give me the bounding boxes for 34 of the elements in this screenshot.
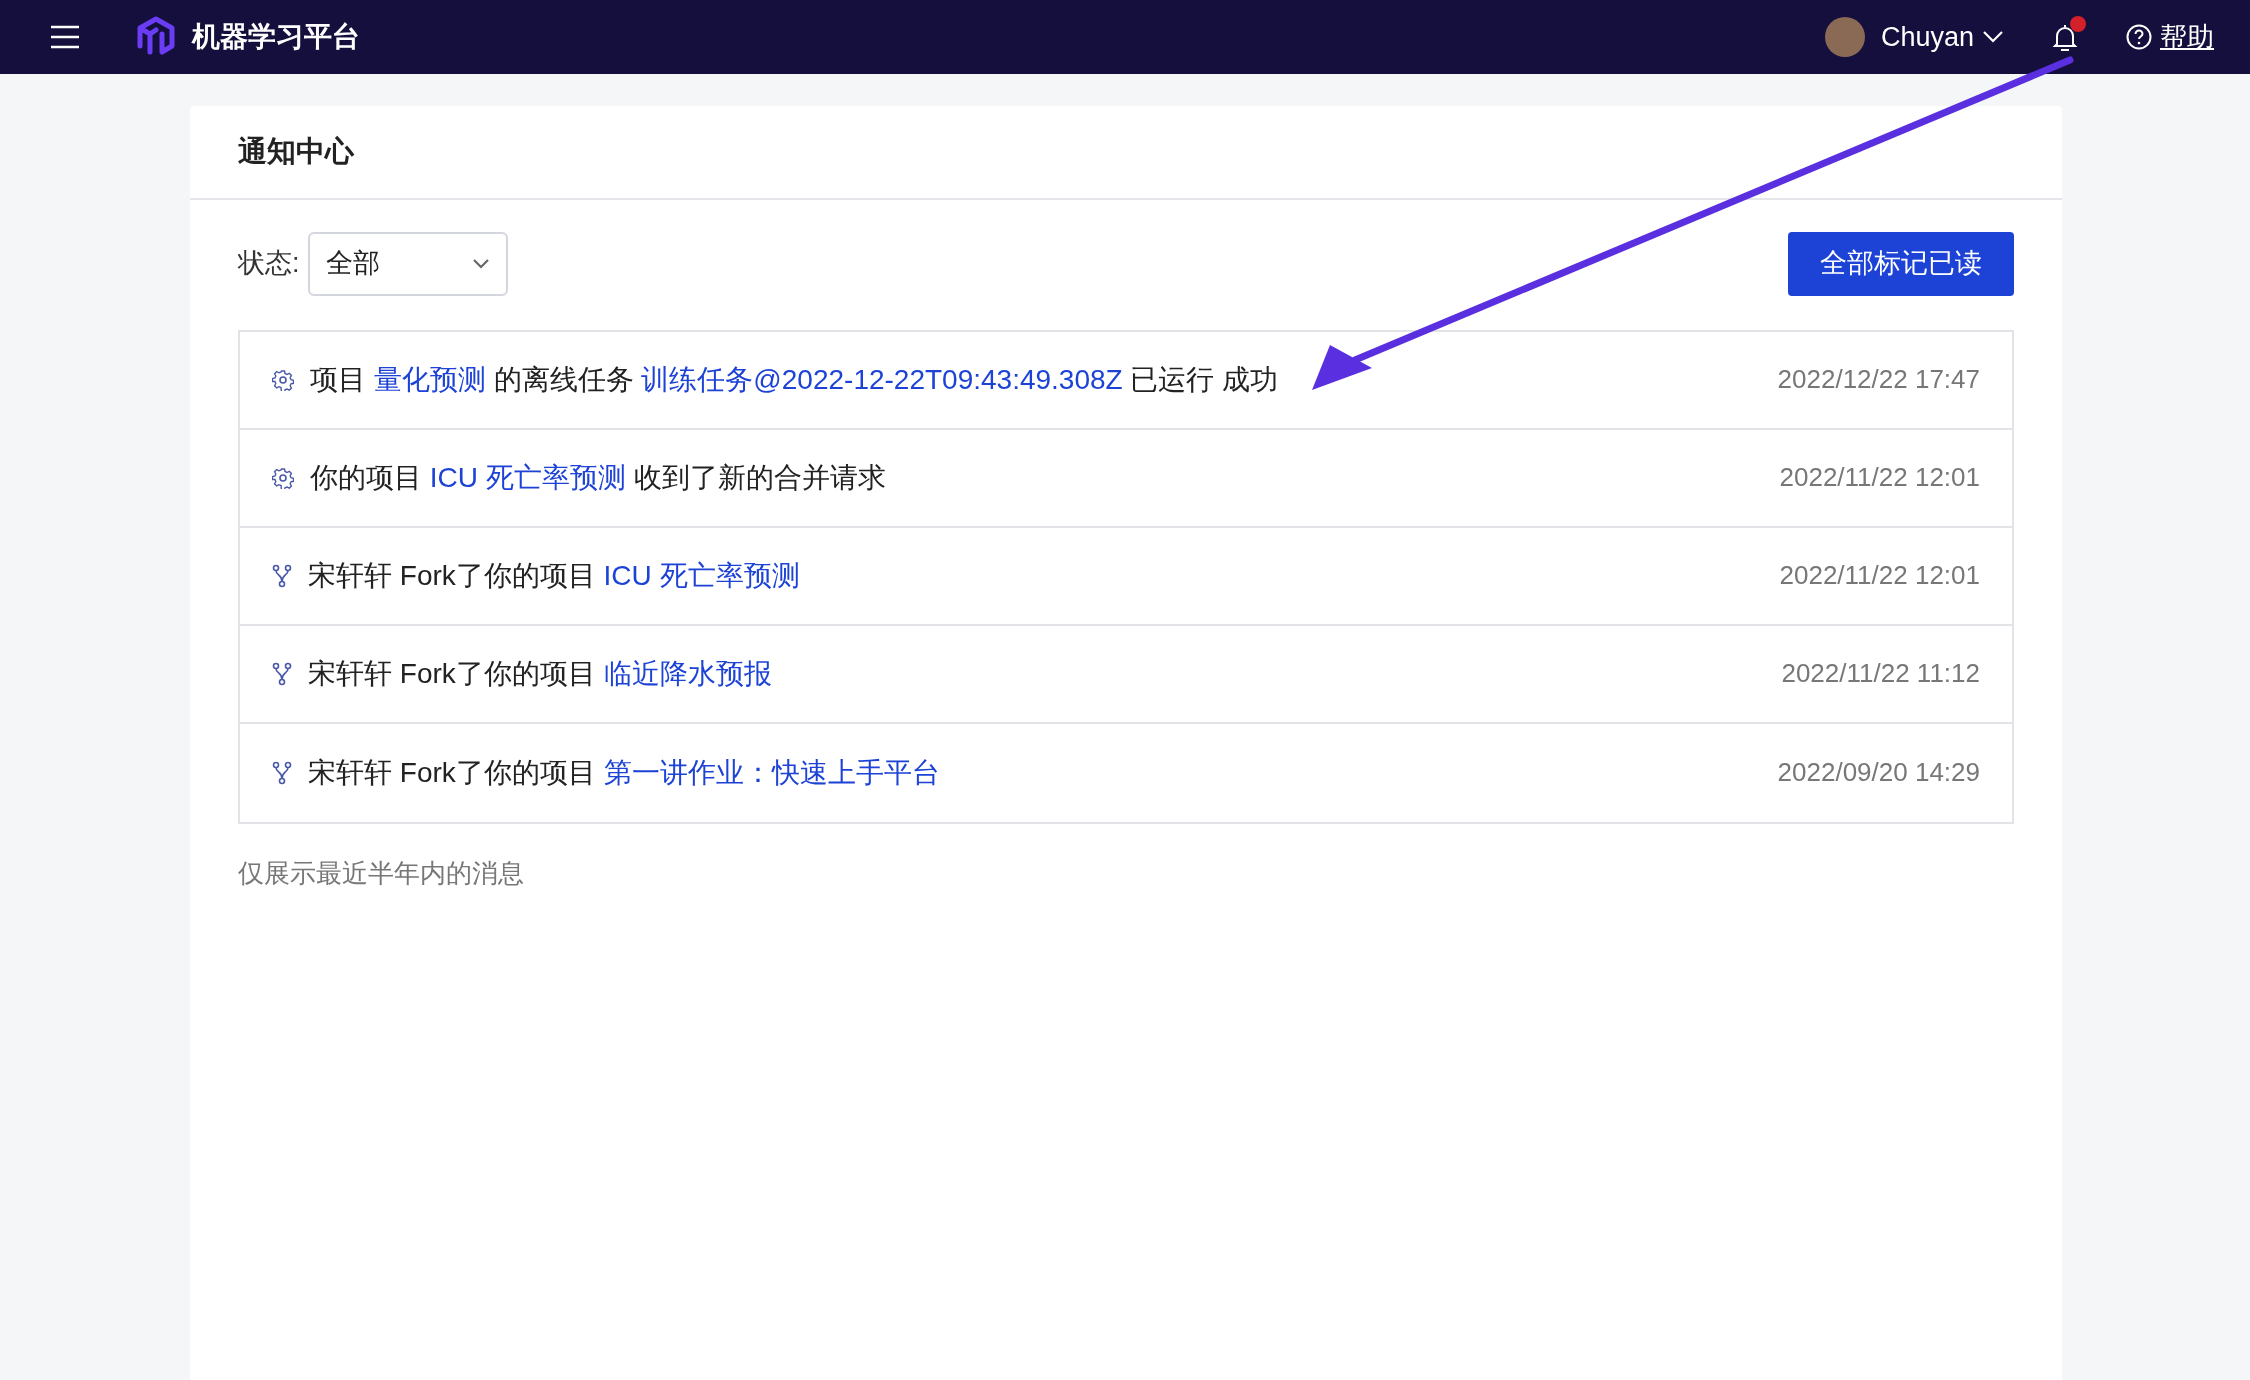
- notification-time: 2022/11/22 11:12: [1781, 657, 1980, 690]
- notification-text: 宋轩轩 Fork了你的项目 临近降水预报: [308, 656, 773, 691]
- bell-icon[interactable]: [2052, 22, 2078, 52]
- help-icon[interactable]: [2126, 24, 2152, 50]
- notification-text: 宋轩轩 Fork了你的项目 ICU 死亡率预测: [308, 558, 801, 593]
- fork-icon: [272, 563, 292, 588]
- project-link[interactable]: 训练任务@2022-12-22T09:43:49.308Z: [641, 363, 1123, 395]
- fork-icon: [272, 760, 292, 785]
- app-title: 机器学习平台: [192, 20, 360, 54]
- status-select[interactable]: 全部: [307, 231, 508, 296]
- logo-icon: [136, 16, 176, 58]
- project-link[interactable]: 量化预测: [373, 363, 486, 395]
- mark-all-read-button[interactable]: 全部标记已读: [1788, 231, 2014, 296]
- notification-text: 你的项目 ICU 死亡率预测 收到了新的合并请求: [310, 460, 887, 495]
- notification-text: 宋轩轩 Fork了你的项目 第一讲作业：快速上手平台: [308, 755, 941, 790]
- project-link[interactable]: 临近降水预报: [603, 657, 772, 689]
- page-title: 通知中心: [190, 106, 2062, 200]
- gear-icon: [272, 466, 294, 489]
- notification-time: 2022/09/20 14:29: [1777, 756, 1980, 789]
- project-link[interactable]: ICU 死亡率预测: [603, 559, 800, 591]
- gear-icon: [272, 368, 294, 391]
- footnote-text: 仅展示最近半年内的消息: [238, 856, 525, 890]
- notification-time: 2022/11/22 12:01: [1779, 461, 1980, 494]
- project-link[interactable]: 第一讲作业：快速上手平台: [603, 756, 940, 788]
- notification-text: 项目 量化预测 的离线任务 训练任务@2022-12-22T09:43:49.308Z 已运行 成功: [310, 362, 1280, 397]
- fork-icon: [272, 661, 292, 686]
- menu-icon[interactable]: [50, 25, 80, 49]
- notification-time: 2022/12/22 17:47: [1777, 363, 1980, 396]
- notification-time: 2022/11/22 12:01: [1779, 559, 1980, 592]
- user-menu[interactable]: Chuyan: [1880, 16, 2004, 58]
- help-link[interactable]: 帮助: [2160, 16, 2214, 58]
- avatar-circle[interactable]: [1824, 17, 1865, 57]
- status-label: 状态:: [238, 247, 300, 281]
- project-link[interactable]: ICU 死亡率预测: [429, 461, 626, 493]
